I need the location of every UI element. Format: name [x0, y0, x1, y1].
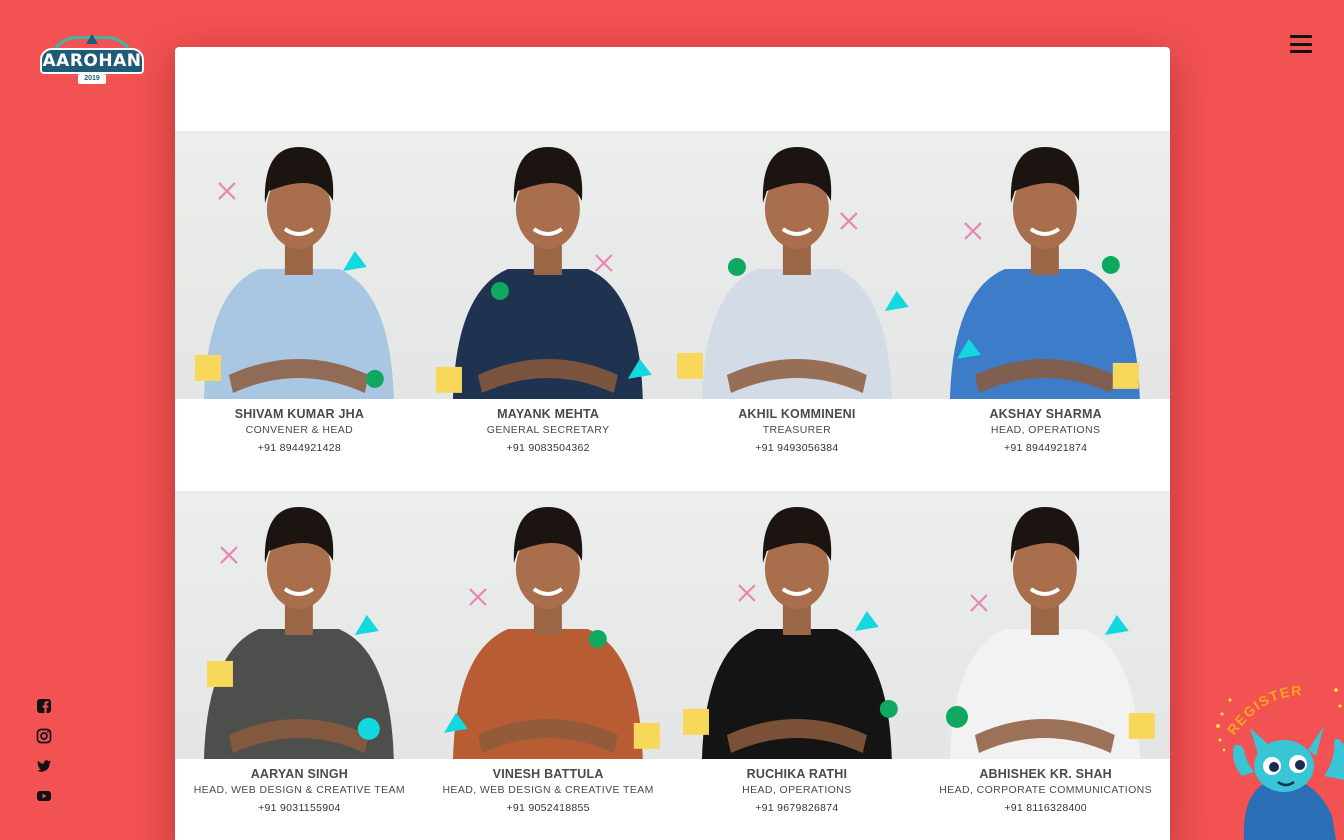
hamburger-icon-bar [1290, 35, 1312, 38]
register-mascot-button[interactable]: REGISTER [1212, 676, 1344, 840]
member-role: HEAD, OPERATIONS [742, 784, 852, 796]
member-photo [423, 491, 673, 759]
member-phone[interactable]: +91 9083504362 [424, 442, 673, 454]
register-label: REGISTER [1224, 682, 1304, 737]
member-photo [921, 131, 1170, 399]
member-photo [423, 131, 673, 399]
decoration-shapes-icon [682, 584, 898, 735]
team-member-card: VINESH BATTULA HEAD, WEB DESIGN & CREATIV… [423, 491, 673, 840]
team-member-card: AARYAN SINGH HEAD, WEB DESIGN & CREATIVE … [175, 491, 424, 840]
decoration-shapes-icon [957, 222, 1140, 389]
member-phone[interactable]: +91 9493056384 [673, 442, 922, 454]
logo-year: 2019 [78, 74, 106, 84]
member-role: HEAD, CORPORATE COMMUNICATIONS [939, 784, 1153, 796]
team-member-card: AKSHAY SHARMA HEAD, OPERATIONS +91 8944921… [921, 131, 1170, 491]
mascot-icon [1233, 726, 1344, 840]
hamburger-icon-bar [1290, 42, 1312, 46]
decoration-shapes-icon [443, 588, 660, 749]
member-photo [921, 491, 1170, 759]
team-member-card: RUCHIKA RATHI HEAD, OPERATIONS +91 9679826… [672, 491, 922, 840]
member-name: MAYANK MEHTA [497, 407, 600, 421]
member-name: AKSHAY SHARMA [989, 407, 1102, 421]
social-links [36, 698, 52, 804]
member-phone[interactable]: +91 8944921428 [175, 442, 424, 454]
logo-text: AAROHAN [40, 48, 144, 74]
decoration-shapes-icon [435, 254, 652, 393]
aarohan-logo[interactable]: AAROHAN 2019 [40, 34, 144, 88]
member-role: CONVENER & HEAD [245, 424, 354, 436]
member-phone[interactable]: +91 8944921874 [921, 442, 1170, 454]
team-grid: SHIVAM KUMAR JHA CONVENER & HEAD +91 89449… [175, 131, 1170, 840]
team-panel: SHIVAM KUMAR JHA CONVENER & HEAD +91 89449… [175, 47, 1170, 840]
decoration-shapes-icon [206, 546, 380, 740]
member-name: AARYAN SINGH [250, 767, 349, 781]
member-phone[interactable]: +91 9052418855 [424, 802, 673, 814]
team-member-card: MAYANK MEHTA GENERAL SECRETARY +91 9083504… [423, 131, 673, 491]
member-role: GENERAL SECRETARY [486, 424, 610, 436]
member-name: VINESH BATTULA [492, 767, 604, 781]
member-name: RUCHIKA RATHI [746, 767, 848, 781]
team-member-card: ABHISHEK KR. SHAH HEAD, CORPORATE COMMUNI… [921, 491, 1170, 840]
team-member-card: AKHIL KOMMINENI TREASURER +91 9493056384 [672, 131, 922, 491]
decoration-shapes-icon [676, 212, 909, 379]
decoration-shapes-icon [946, 594, 1156, 739]
member-name: AKHIL KOMMINENI [738, 407, 856, 421]
team-member-card: SHIVAM KUMAR JHA CONVENER & HEAD +91 89449… [175, 131, 424, 491]
member-name: ABHISHEK KR. SHAH [979, 767, 1112, 781]
member-photo [175, 491, 424, 759]
member-role: HEAD, WEB DESIGN & CREATIVE TEAM [193, 784, 406, 796]
decoration-shapes-icon [194, 182, 384, 388]
member-role: HEAD, WEB DESIGN & CREATIVE TEAM [442, 784, 654, 796]
member-photo [672, 131, 922, 399]
hamburger-icon-bar [1290, 50, 1312, 53]
member-phone[interactable]: +91 9679826874 [673, 802, 922, 814]
member-phone[interactable]: +91 9031155904 [175, 802, 424, 814]
member-name: SHIVAM KUMAR JHA [234, 407, 365, 421]
member-role: HEAD, OPERATIONS [990, 424, 1101, 436]
member-photo [175, 131, 424, 399]
logo-spike [86, 34, 98, 44]
twitter-icon[interactable] [36, 758, 52, 774]
youtube-icon[interactable] [36, 788, 52, 804]
instagram-icon[interactable] [36, 728, 52, 744]
member-photo [672, 491, 922, 759]
facebook-icon[interactable] [36, 698, 52, 714]
hamburger-menu-button[interactable] [1290, 35, 1312, 53]
member-phone[interactable]: +91 8116328400 [921, 802, 1170, 814]
member-role: TREASURER [762, 424, 832, 436]
